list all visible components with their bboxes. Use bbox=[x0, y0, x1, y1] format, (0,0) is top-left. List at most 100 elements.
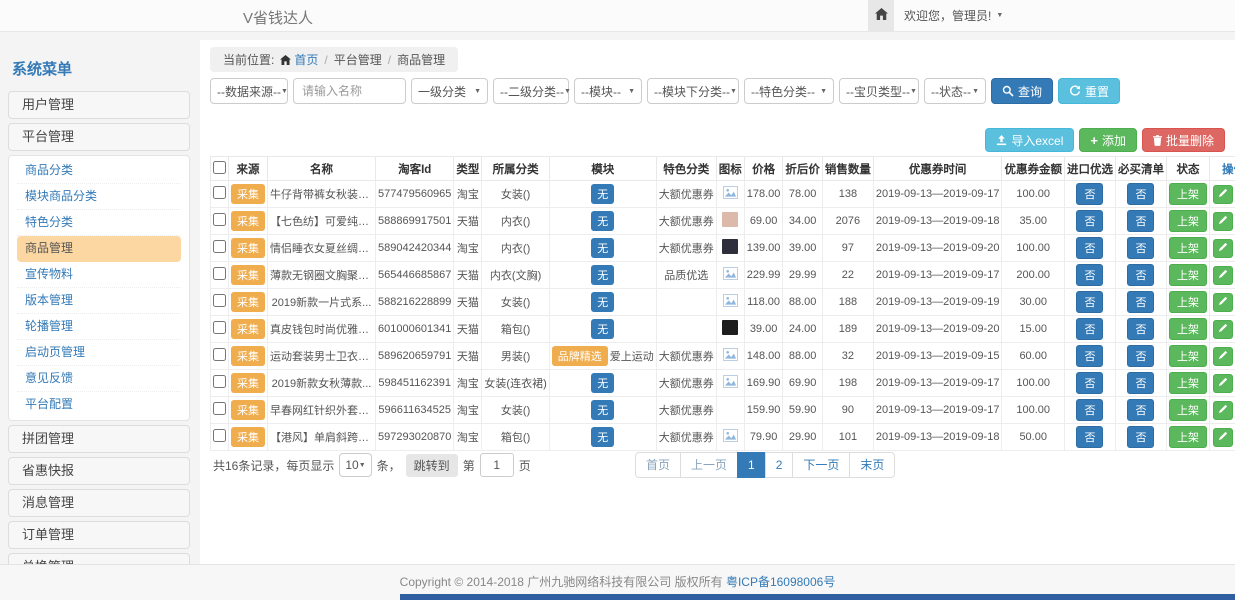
must-buy-toggle[interactable]: 否 bbox=[1127, 291, 1154, 313]
page-size-select[interactable]: 10 ▼ bbox=[339, 453, 371, 477]
page-button-page-2[interactable]: 2 bbox=[765, 452, 794, 478]
filter-feature-category[interactable]: --特色分类--▼ bbox=[744, 78, 834, 104]
filter-item-type[interactable]: --宝贝类型--▼ bbox=[839, 78, 919, 104]
filter-module-subcategory[interactable]: --模块下分类--▼ bbox=[647, 78, 739, 104]
page-button-first[interactable]: 首页 bbox=[635, 452, 681, 478]
import-select-toggle-cell: 否 bbox=[1064, 235, 1115, 262]
page-number-input[interactable] bbox=[480, 453, 514, 477]
filter-status[interactable]: --状态--▼ bbox=[924, 78, 986, 104]
reset-button[interactable]: 重置 bbox=[1058, 78, 1120, 104]
must-buy-toggle[interactable]: 否 bbox=[1127, 426, 1154, 448]
row-checkbox[interactable] bbox=[213, 267, 226, 280]
sidebar-item-goods-manage[interactable]: 商品管理 bbox=[17, 236, 181, 262]
must-buy-toggle[interactable]: 否 bbox=[1127, 264, 1154, 286]
sidebar-item-feedback[interactable]: 意见反馈 bbox=[17, 366, 181, 392]
edit-button[interactable] bbox=[1213, 347, 1233, 366]
add-button[interactable]: + 添加 bbox=[1079, 128, 1137, 152]
status-button[interactable]: 上架 bbox=[1169, 372, 1207, 394]
icp-link[interactable]: 粤ICP备16098006号 bbox=[726, 575, 835, 589]
row-checkbox[interactable] bbox=[213, 186, 226, 199]
status-button[interactable]: 上架 bbox=[1169, 399, 1207, 421]
status-button[interactable]: 上架 bbox=[1169, 345, 1207, 367]
sidebar-item-goods-category[interactable]: 商品分类 bbox=[17, 158, 181, 184]
status-button[interactable]: 上架 bbox=[1169, 237, 1207, 259]
select-all-checkbox[interactable] bbox=[213, 161, 226, 174]
module-badge: 无 bbox=[591, 265, 614, 285]
edit-button[interactable] bbox=[1213, 401, 1233, 420]
status-button[interactable]: 上架 bbox=[1169, 318, 1207, 340]
row-checkbox[interactable] bbox=[213, 240, 226, 253]
topbar-home-button[interactable] bbox=[868, 0, 894, 31]
import-select-toggle[interactable]: 否 bbox=[1076, 426, 1103, 448]
edit-button[interactable] bbox=[1213, 239, 1233, 258]
sidebar-group-groupbuy[interactable]: 拼团管理 bbox=[8, 425, 190, 453]
status-button[interactable]: 上架 bbox=[1169, 426, 1207, 448]
must-buy-toggle[interactable]: 否 bbox=[1127, 345, 1154, 367]
sidebar-item-module-goods-category[interactable]: 模块商品分类 bbox=[17, 184, 181, 210]
page-button-page-1[interactable]: 1 bbox=[737, 452, 766, 478]
edit-button[interactable] bbox=[1213, 320, 1233, 339]
breadcrumb-home-label: 首页 bbox=[294, 51, 318, 68]
row-checkbox[interactable] bbox=[213, 429, 226, 442]
must-buy-toggle[interactable]: 否 bbox=[1127, 237, 1154, 259]
status-button[interactable]: 上架 bbox=[1169, 210, 1207, 232]
row-checkbox[interactable] bbox=[213, 402, 226, 415]
import-select-toggle-cell: 否 bbox=[1064, 343, 1115, 370]
import-select-toggle[interactable]: 否 bbox=[1076, 345, 1103, 367]
edit-button[interactable] bbox=[1213, 428, 1233, 447]
sidebar-group-platform[interactable]: 平台管理 bbox=[8, 123, 190, 151]
import-select-toggle[interactable]: 否 bbox=[1076, 291, 1103, 313]
status-button[interactable]: 上架 bbox=[1169, 264, 1207, 286]
sidebar-group-express[interactable]: 省惠快报 bbox=[8, 457, 190, 485]
sidebar-item-version-manage[interactable]: 版本管理 bbox=[17, 288, 181, 314]
import-select-toggle[interactable]: 否 bbox=[1076, 183, 1103, 205]
status-button[interactable]: 上架 bbox=[1169, 183, 1207, 205]
import-excel-button[interactable]: 导入excel bbox=[985, 128, 1074, 152]
import-select-toggle[interactable]: 否 bbox=[1076, 237, 1103, 259]
import-select-toggle[interactable]: 否 bbox=[1076, 318, 1103, 340]
filter-level2-category[interactable]: --二级分类--▼ bbox=[493, 78, 569, 104]
sidebar-item-splash-manage[interactable]: 启动页管理 bbox=[17, 340, 181, 366]
row-checkbox[interactable] bbox=[213, 321, 226, 334]
sidebar-group-message[interactable]: 消息管理 bbox=[8, 489, 190, 517]
row-checkbox[interactable] bbox=[213, 348, 226, 361]
sidebar-item-promo-material[interactable]: 宣传物料 bbox=[17, 262, 181, 288]
edit-button[interactable] bbox=[1213, 293, 1233, 312]
filter-data-source[interactable]: --数据来源--▼ bbox=[210, 78, 288, 104]
sidebar-group-order[interactable]: 订单管理 bbox=[8, 521, 190, 549]
sidebar-group-user[interactable]: 用户管理 bbox=[8, 91, 190, 119]
import-select-toggle[interactable]: 否 bbox=[1076, 399, 1103, 421]
must-buy-toggle[interactable]: 否 bbox=[1127, 399, 1154, 421]
filter-module[interactable]: --模块--▼ bbox=[574, 78, 642, 104]
column-header-ops: 操作 bbox=[1209, 157, 1235, 181]
edit-button[interactable] bbox=[1213, 266, 1233, 285]
jump-button[interactable]: 跳转到 bbox=[406, 454, 458, 477]
import-select-toggle-cell: 否 bbox=[1064, 397, 1115, 424]
page-button-last[interactable]: 末页 bbox=[849, 452, 895, 478]
page-button-next[interactable]: 下一页 bbox=[792, 452, 850, 478]
import-select-toggle[interactable]: 否 bbox=[1076, 372, 1103, 394]
sidebar-item-carousel-manage[interactable]: 轮播管理 bbox=[17, 314, 181, 340]
must-buy-toggle[interactable]: 否 bbox=[1127, 372, 1154, 394]
batch-delete-button[interactable]: 批量删除 bbox=[1142, 128, 1225, 152]
user-menu[interactable]: 欢迎您，管理员! ▼ bbox=[904, 0, 1003, 31]
breadcrumb-home-link[interactable]: 首页 bbox=[280, 51, 318, 68]
edit-button[interactable] bbox=[1213, 185, 1233, 204]
filter-name-input[interactable] bbox=[293, 78, 406, 104]
must-buy-toggle[interactable]: 否 bbox=[1127, 210, 1154, 232]
import-select-toggle[interactable]: 否 bbox=[1076, 264, 1103, 286]
row-checkbox[interactable] bbox=[213, 213, 226, 226]
status-button[interactable]: 上架 bbox=[1169, 291, 1207, 313]
edit-button[interactable] bbox=[1213, 212, 1233, 231]
must-buy-toggle[interactable]: 否 bbox=[1127, 183, 1154, 205]
page-button-prev[interactable]: 上一页 bbox=[680, 452, 738, 478]
edit-button[interactable] bbox=[1213, 374, 1233, 393]
must-buy-toggle[interactable]: 否 bbox=[1127, 318, 1154, 340]
import-select-toggle[interactable]: 否 bbox=[1076, 210, 1103, 232]
sidebar-item-platform-config[interactable]: 平台配置 bbox=[17, 392, 181, 418]
filter-level1-category[interactable]: 一级分类▼ bbox=[411, 78, 488, 104]
row-checkbox[interactable] bbox=[213, 294, 226, 307]
sidebar-item-feature-category[interactable]: 特色分类 bbox=[17, 210, 181, 236]
search-button[interactable]: 查询 bbox=[991, 78, 1053, 104]
row-checkbox[interactable] bbox=[213, 375, 226, 388]
